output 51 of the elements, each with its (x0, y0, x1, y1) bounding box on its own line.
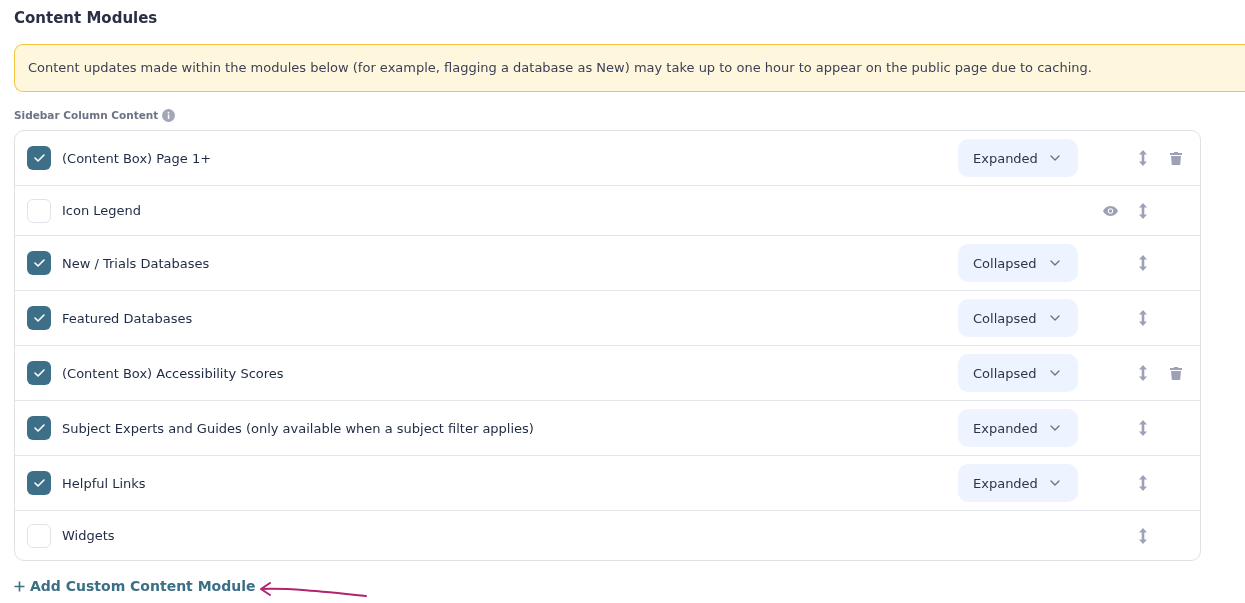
module-name: (Content Box) Accessibility Scores (62, 365, 284, 381)
chevron-down-icon (1050, 425, 1060, 431)
info-icon[interactable] (162, 108, 176, 122)
module-name: Subject Experts and Guides (only available when a subject filter applies) (62, 420, 534, 436)
check-icon (33, 424, 45, 432)
checkbox[interactable] (27, 416, 51, 440)
check-icon (33, 314, 45, 322)
module-name: Featured Databases (62, 310, 193, 326)
chevron-down-icon (1050, 370, 1060, 376)
checkbox[interactable] (27, 146, 51, 170)
up-down-arrow-icon[interactable] (1139, 420, 1147, 436)
up-down-arrow-icon[interactable] (1139, 475, 1147, 491)
plus-icon (14, 580, 25, 592)
list-label: Sidebar Column Content (14, 108, 159, 122)
checkbox[interactable] (27, 198, 51, 223)
display-mode-dropdown[interactable]: Expanded (958, 464, 1078, 502)
display-mode-dropdown[interactable]: Collapsed (958, 354, 1078, 392)
checkbox[interactable] (27, 251, 51, 275)
up-down-arrow-icon[interactable] (1139, 527, 1147, 544)
chevron-down-icon (1050, 315, 1060, 321)
trash-icon[interactable] (1170, 366, 1182, 380)
chevron-down-icon (1050, 480, 1060, 486)
up-down-arrow-icon[interactable] (1139, 202, 1147, 219)
check-icon (33, 369, 45, 377)
module-name: Helpful Links (62, 475, 146, 491)
up-down-arrow-icon[interactable] (1139, 150, 1147, 166)
up-down-arrow-icon[interactable] (1139, 365, 1147, 381)
eye-icon[interactable] (1102, 205, 1118, 216)
check-icon (33, 479, 45, 487)
check-icon (33, 259, 45, 267)
up-down-arrow-icon[interactable] (1139, 310, 1147, 326)
module-name: (Content Box) Page 1+ (62, 150, 212, 166)
check-icon (33, 154, 45, 162)
chevron-down-icon (1050, 155, 1060, 161)
display-mode-dropdown[interactable]: Collapsed (958, 244, 1078, 282)
module-name: New / Trials Databases (62, 255, 210, 271)
add-module-link[interactable]: Add Custom Content Module (14, 576, 256, 596)
display-mode-dropdown[interactable]: Expanded (958, 409, 1078, 447)
notice-banner: Content updates made within the modules below (for example, flagging a database as New) may take up to one hour to appear on the public page due to caching. (14, 44, 1245, 92)
checkbox[interactable] (27, 471, 51, 495)
checkbox[interactable] (27, 306, 51, 330)
up-down-arrow-icon[interactable] (1139, 255, 1147, 271)
display-mode-dropdown[interactable]: Collapsed (958, 299, 1078, 337)
module-name: Widgets (62, 528, 115, 543)
display-mode-dropdown[interactable]: Expanded (958, 139, 1078, 177)
module-name: Icon Legend (62, 203, 142, 218)
section-title: Content Modules (14, 8, 158, 28)
trash-icon[interactable] (1170, 151, 1182, 165)
checkbox[interactable] (27, 361, 51, 385)
chevron-down-icon (1050, 260, 1060, 266)
checkbox[interactable] (27, 523, 51, 548)
